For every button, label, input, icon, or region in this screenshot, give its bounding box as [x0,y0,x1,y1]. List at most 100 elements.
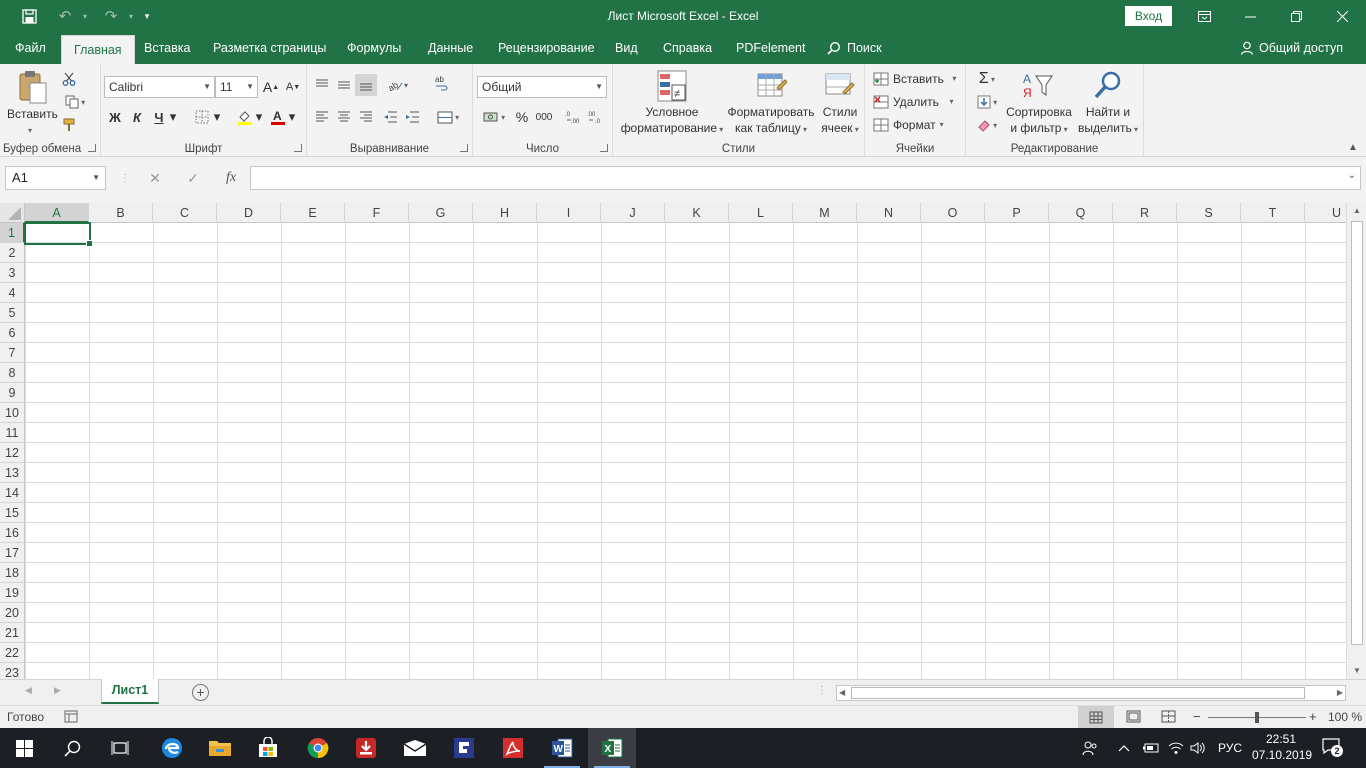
column-header[interactable]: M [793,203,857,223]
font-launcher-icon[interactable] [294,144,302,152]
file-explorer-icon[interactable] [196,728,244,768]
horizontal-scrollbar[interactable]: ◀ ▶ [836,685,1346,701]
close-icon[interactable] [1319,0,1365,32]
tab-data[interactable]: Данные [428,32,473,64]
column-header[interactable]: R [1113,203,1177,223]
edge-icon[interactable] [148,728,196,768]
fill-icon[interactable]: ▾ [971,91,1003,113]
task-view-icon[interactable] [96,728,144,768]
row-header[interactable]: 17 [0,543,25,563]
clock[interactable]: 22:51 07.10.2019 [1252,731,1312,763]
tell-me-search[interactable]: Поиск [827,32,882,64]
share-button[interactable]: Общий доступ [1240,32,1343,64]
percent-style-button[interactable]: % [511,106,533,128]
tab-formulas[interactable]: Формулы [347,32,401,64]
minimize-icon[interactable] [1227,0,1273,32]
row-header[interactable]: 13 [0,463,25,483]
column-header[interactable]: K [665,203,729,223]
insert-cells-button[interactable]: Вставить ▾ [873,71,956,87]
store-icon[interactable] [244,728,292,768]
people-icon[interactable] [1082,728,1102,768]
row-header[interactable]: 11 [0,423,25,443]
vertical-scrollbar[interactable]: ▲ ▼ [1346,203,1366,679]
merge-center-icon[interactable]: ▾ [431,106,465,128]
column-header[interactable]: Q [1049,203,1113,223]
volume-icon[interactable] [1190,728,1208,768]
normal-view-icon[interactable] [1078,706,1114,728]
paste-button[interactable]: Вставить ▾ [4,68,58,135]
font-size-combo[interactable]: 11 ▼ [215,76,258,98]
select-all-button[interactable] [0,203,25,223]
number-launcher-icon[interactable] [600,144,608,152]
row-header[interactable]: 10 [0,403,25,423]
tab-split-handle[interactable]: ⋮ [817,685,827,696]
column-header[interactable]: G [409,203,473,223]
restore-icon[interactable] [1273,0,1319,32]
column-header[interactable]: B [89,203,153,223]
row-header[interactable]: 19 [0,583,25,603]
row-header[interactable]: 9 [0,383,25,403]
row-header[interactable]: 16 [0,523,25,543]
add-sheet-icon[interactable]: + [192,684,209,701]
alignment-launcher-icon[interactable] [460,144,468,152]
formula-input[interactable]: ⌄ [250,166,1361,190]
save-icon[interactable] [14,0,44,32]
align-bottom-icon[interactable] [355,74,377,96]
tab-pdfelement[interactable]: PDFelement [736,32,805,64]
downloader-icon[interactable] [342,728,390,768]
tab-file[interactable]: Файл [15,32,46,64]
column-header[interactable]: U [1305,203,1346,223]
tab-insert[interactable]: Вставка [144,32,190,64]
row-header[interactable]: 20 [0,603,25,623]
zoom-slider[interactable] [1208,712,1306,723]
cells-area[interactable] [25,223,1346,679]
row-header[interactable]: 23 [0,663,25,679]
row-header[interactable]: 2 [0,243,25,263]
align-top-icon[interactable] [311,74,333,96]
tab-view[interactable]: Вид [615,32,638,64]
currency-format-icon[interactable]: ▾ [477,106,511,128]
paste-dropdown-icon[interactable]: ▾ [28,123,32,139]
row-header[interactable]: 1 [0,223,25,243]
search-icon[interactable] [48,728,96,768]
acrobat-icon[interactable] [489,728,537,768]
borders-dropdown-icon[interactable]: ▾ [211,106,223,128]
expand-formula-bar-icon[interactable]: ⌄ [1348,170,1356,181]
row-header[interactable]: 8 [0,363,25,383]
worksheet-grid[interactable]: ABCDEFGHIJKLMNOPQRSTU 1 2 3 4 5 6 7 8 9 10 11 12 13 1… [0,203,1346,679]
font-name-dropdown-icon[interactable]: ▼ [203,77,211,97]
decrease-indent-icon[interactable] [379,106,401,128]
grow-font-button[interactable]: A ▲ [260,76,282,98]
format-as-table-button[interactable]: Форматировать как таблицу ▾ [725,68,817,138]
row-header[interactable]: 18 [0,563,25,583]
mail-icon[interactable] [391,728,439,768]
row-header[interactable]: 21 [0,623,25,643]
next-sheet-icon[interactable]: ▶ [54,685,61,696]
excel-icon[interactable]: X [588,728,636,768]
clear-icon[interactable]: ▾ [971,114,1003,136]
borders-icon[interactable] [191,106,213,128]
start-icon[interactable] [0,728,48,768]
column-header[interactable]: O [921,203,985,223]
row-header[interactable]: 7 [0,343,25,363]
row-header[interactable]: 4 [0,283,25,303]
wrap-text-icon[interactable]: ab [431,72,453,94]
scroll-down-icon[interactable]: ▼ [1347,663,1366,679]
battery-icon[interactable] [1142,728,1162,768]
font-name-combo[interactable]: Calibri ▼ [104,76,215,98]
column-header[interactable]: N [857,203,921,223]
column-header[interactable]: P [985,203,1049,223]
tab-help[interactable]: Справка [663,32,712,64]
customize-toolbar-icon[interactable]: ▾ [136,0,158,32]
enter-entry-icon[interactable]: ✓ [174,170,212,187]
orientation-icon[interactable]: ab ▾ [383,74,413,96]
zoom-in-button[interactable]: + [1309,709,1317,724]
format-painter-icon[interactable] [58,114,80,136]
column-header[interactable]: I [537,203,601,223]
name-box[interactable]: A1 ▼ [5,166,106,190]
align-center-icon[interactable] [333,106,355,128]
column-header[interactable]: E [281,203,345,223]
row-header[interactable]: 15 [0,503,25,523]
page-break-view-icon[interactable] [1161,710,1176,723]
increase-indent-icon[interactable] [401,106,423,128]
